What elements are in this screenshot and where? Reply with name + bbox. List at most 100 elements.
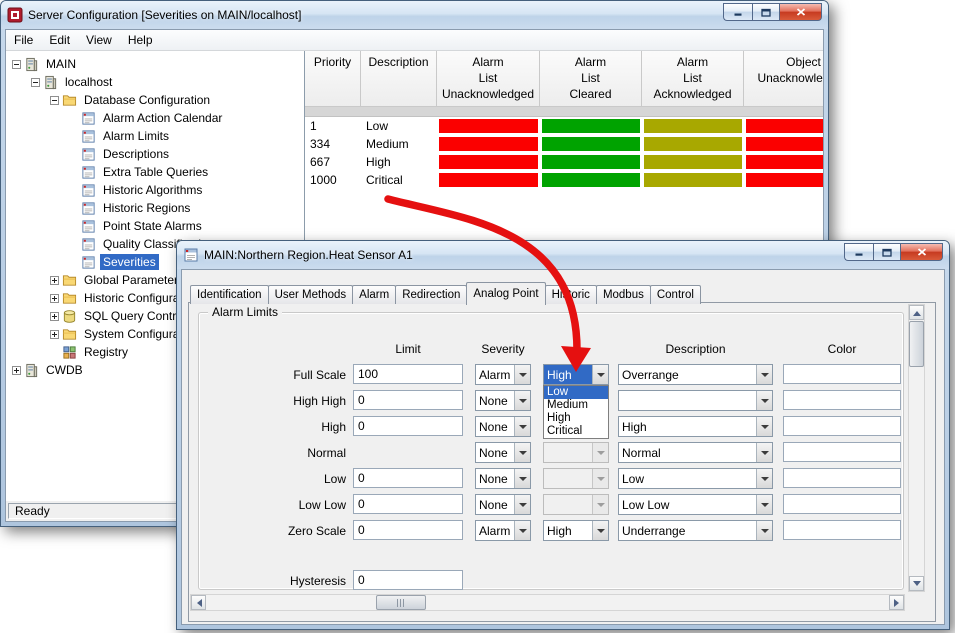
dropdown-option-low[interactable]: Low — [544, 386, 608, 399]
description-select[interactable]: Underrange — [618, 520, 773, 541]
limit-field[interactable] — [353, 494, 463, 514]
severity-type-select[interactable]: None — [475, 468, 531, 489]
scroll-up-button[interactable] — [909, 305, 924, 320]
tree-item-descriptions[interactable]: Descriptions — [6, 145, 304, 163]
dropdown-option-high[interactable]: High — [544, 412, 608, 425]
horizontal-scroll-track[interactable] — [206, 595, 889, 610]
hysteresis-field[interactable] — [353, 570, 463, 590]
collapse-expander-icon[interactable] — [50, 96, 59, 105]
column-header-alarm-list-unacknowledged[interactable]: Alarm List Unacknowledged — [437, 51, 540, 107]
severity-type-select[interactable]: None — [475, 390, 531, 411]
menu-file[interactable]: File — [6, 30, 41, 50]
tree-item-extra-table-queries[interactable]: Extra Table Queries — [6, 163, 304, 181]
horizontal-scroll-thumb[interactable] — [376, 595, 426, 610]
tree-item-localhost[interactable]: localhost — [6, 73, 304, 91]
table-row[interactable]: 334 Medium — [305, 135, 823, 153]
menu-view[interactable]: View — [78, 30, 120, 50]
severity-level-select[interactable]: High — [543, 520, 609, 541]
title-bar[interactable]: Server Configuration [Severities on MAIN… — [1, 1, 828, 29]
limit-field[interactable] — [353, 416, 463, 436]
tab-modbus[interactable]: Modbus — [596, 285, 651, 304]
color-field[interactable] — [783, 494, 901, 514]
color-swatch — [439, 173, 538, 187]
tab-historic[interactable]: Historic — [545, 285, 597, 304]
tab-alarm[interactable]: Alarm — [352, 285, 396, 304]
minimize-button[interactable] — [723, 3, 752, 21]
expand-expander-icon[interactable] — [50, 330, 59, 339]
expand-expander-icon[interactable] — [12, 366, 21, 375]
title-bar[interactable]: MAIN:Northern Region.Heat Sensor A1 — [177, 241, 949, 269]
description-select[interactable] — [618, 390, 773, 411]
vertical-scroll-thumb[interactable] — [909, 321, 924, 367]
maximize-button[interactable] — [873, 243, 900, 261]
tab-identification[interactable]: Identification — [190, 285, 269, 304]
severity-type-select[interactable]: Alarm — [475, 364, 531, 385]
column-header-alarm-list-acknowledged[interactable]: Alarm List Acknowledged — [642, 51, 744, 107]
description-select[interactable]: High — [618, 416, 773, 437]
minimize-button[interactable] — [844, 243, 873, 261]
tab-analog-point[interactable]: Analog Point — [466, 282, 545, 305]
tree-item-alarm-action-calendar[interactable]: Alarm Action Calendar — [6, 109, 304, 127]
scroll-right-button[interactable] — [889, 595, 904, 610]
tab-redirection[interactable]: Redirection — [395, 285, 467, 304]
tree-item-database-configuration[interactable]: Database Configuration — [6, 91, 304, 109]
color-field[interactable] — [783, 468, 901, 488]
severity-type-select[interactable]: Alarm — [475, 520, 531, 541]
limit-field[interactable] — [353, 390, 463, 410]
dropdown-option-critical[interactable]: Critical — [544, 425, 608, 438]
table-row[interactable]: 1000 Critical — [305, 171, 823, 189]
description-select[interactable]: Low — [618, 468, 773, 489]
tab-user-methods[interactable]: User Methods — [268, 285, 354, 304]
tree-item-historic-regions[interactable]: Historic Regions — [6, 199, 304, 217]
tree-item-main[interactable]: MAIN — [6, 55, 304, 73]
description-select[interactable]: Overrange — [618, 364, 773, 385]
tree-item-point-state-alarms[interactable]: Point State Alarms — [6, 217, 304, 235]
chevron-down-icon — [514, 469, 530, 488]
server-icon — [24, 57, 39, 72]
column-header-object-unacknowledged[interactable]: Object Unacknowledged — [744, 51, 823, 107]
form-icon — [81, 237, 96, 252]
menu-edit[interactable]: Edit — [41, 30, 78, 50]
limit-field[interactable] — [353, 520, 463, 540]
description-select[interactable]: Low Low — [618, 494, 773, 515]
limit-field[interactable] — [353, 364, 463, 384]
dropdown-option-medium[interactable]: Medium — [544, 399, 608, 412]
table-row[interactable]: 667 High — [305, 153, 823, 171]
table-row[interactable]: 1 Low — [305, 117, 823, 135]
description-select[interactable]: Normal — [618, 442, 773, 463]
color-field[interactable] — [783, 416, 901, 436]
server-icon — [24, 363, 39, 378]
expand-expander-icon[interactable] — [50, 276, 59, 285]
color-field[interactable] — [783, 520, 901, 540]
scroll-down-button[interactable] — [909, 576, 924, 591]
color-swatch — [746, 173, 823, 187]
severity-type-select[interactable]: None — [475, 442, 531, 463]
limit-field[interactable] — [353, 468, 463, 488]
color-field[interactable] — [783, 364, 901, 384]
horizontal-scrollbar[interactable] — [190, 594, 905, 611]
severity-level-select[interactable]: High — [543, 364, 609, 385]
maximize-icon — [761, 8, 771, 17]
severity-type-select[interactable]: None — [475, 494, 531, 515]
expand-expander-icon[interactable] — [50, 294, 59, 303]
column-header-priority[interactable]: Priority — [305, 51, 361, 107]
severity-type-select[interactable]: None — [475, 416, 531, 437]
menu-bar: File Edit View Help — [6, 30, 823, 51]
menu-help[interactable]: Help — [120, 30, 161, 50]
collapse-expander-icon[interactable] — [31, 78, 40, 87]
close-button[interactable] — [900, 243, 943, 261]
expand-expander-icon[interactable] — [50, 312, 59, 321]
tab-control[interactable]: Control — [650, 285, 701, 304]
tree-item-historic-algorithms[interactable]: Historic Algorithms — [6, 181, 304, 199]
column-header-alarm-list-cleared[interactable]: Alarm List Cleared — [540, 51, 642, 107]
color-field[interactable] — [783, 390, 901, 410]
maximize-button[interactable] — [752, 3, 779, 21]
collapse-expander-icon[interactable] — [12, 60, 21, 69]
scroll-left-button[interactable] — [191, 595, 206, 610]
vertical-scrollbar[interactable] — [908, 304, 925, 592]
column-header-description[interactable]: Description — [361, 51, 437, 107]
tree-item-alarm-limits[interactable]: Alarm Limits — [6, 127, 304, 145]
close-button[interactable] — [779, 3, 822, 21]
color-field[interactable] — [783, 442, 901, 462]
folder-icon — [62, 327, 77, 342]
